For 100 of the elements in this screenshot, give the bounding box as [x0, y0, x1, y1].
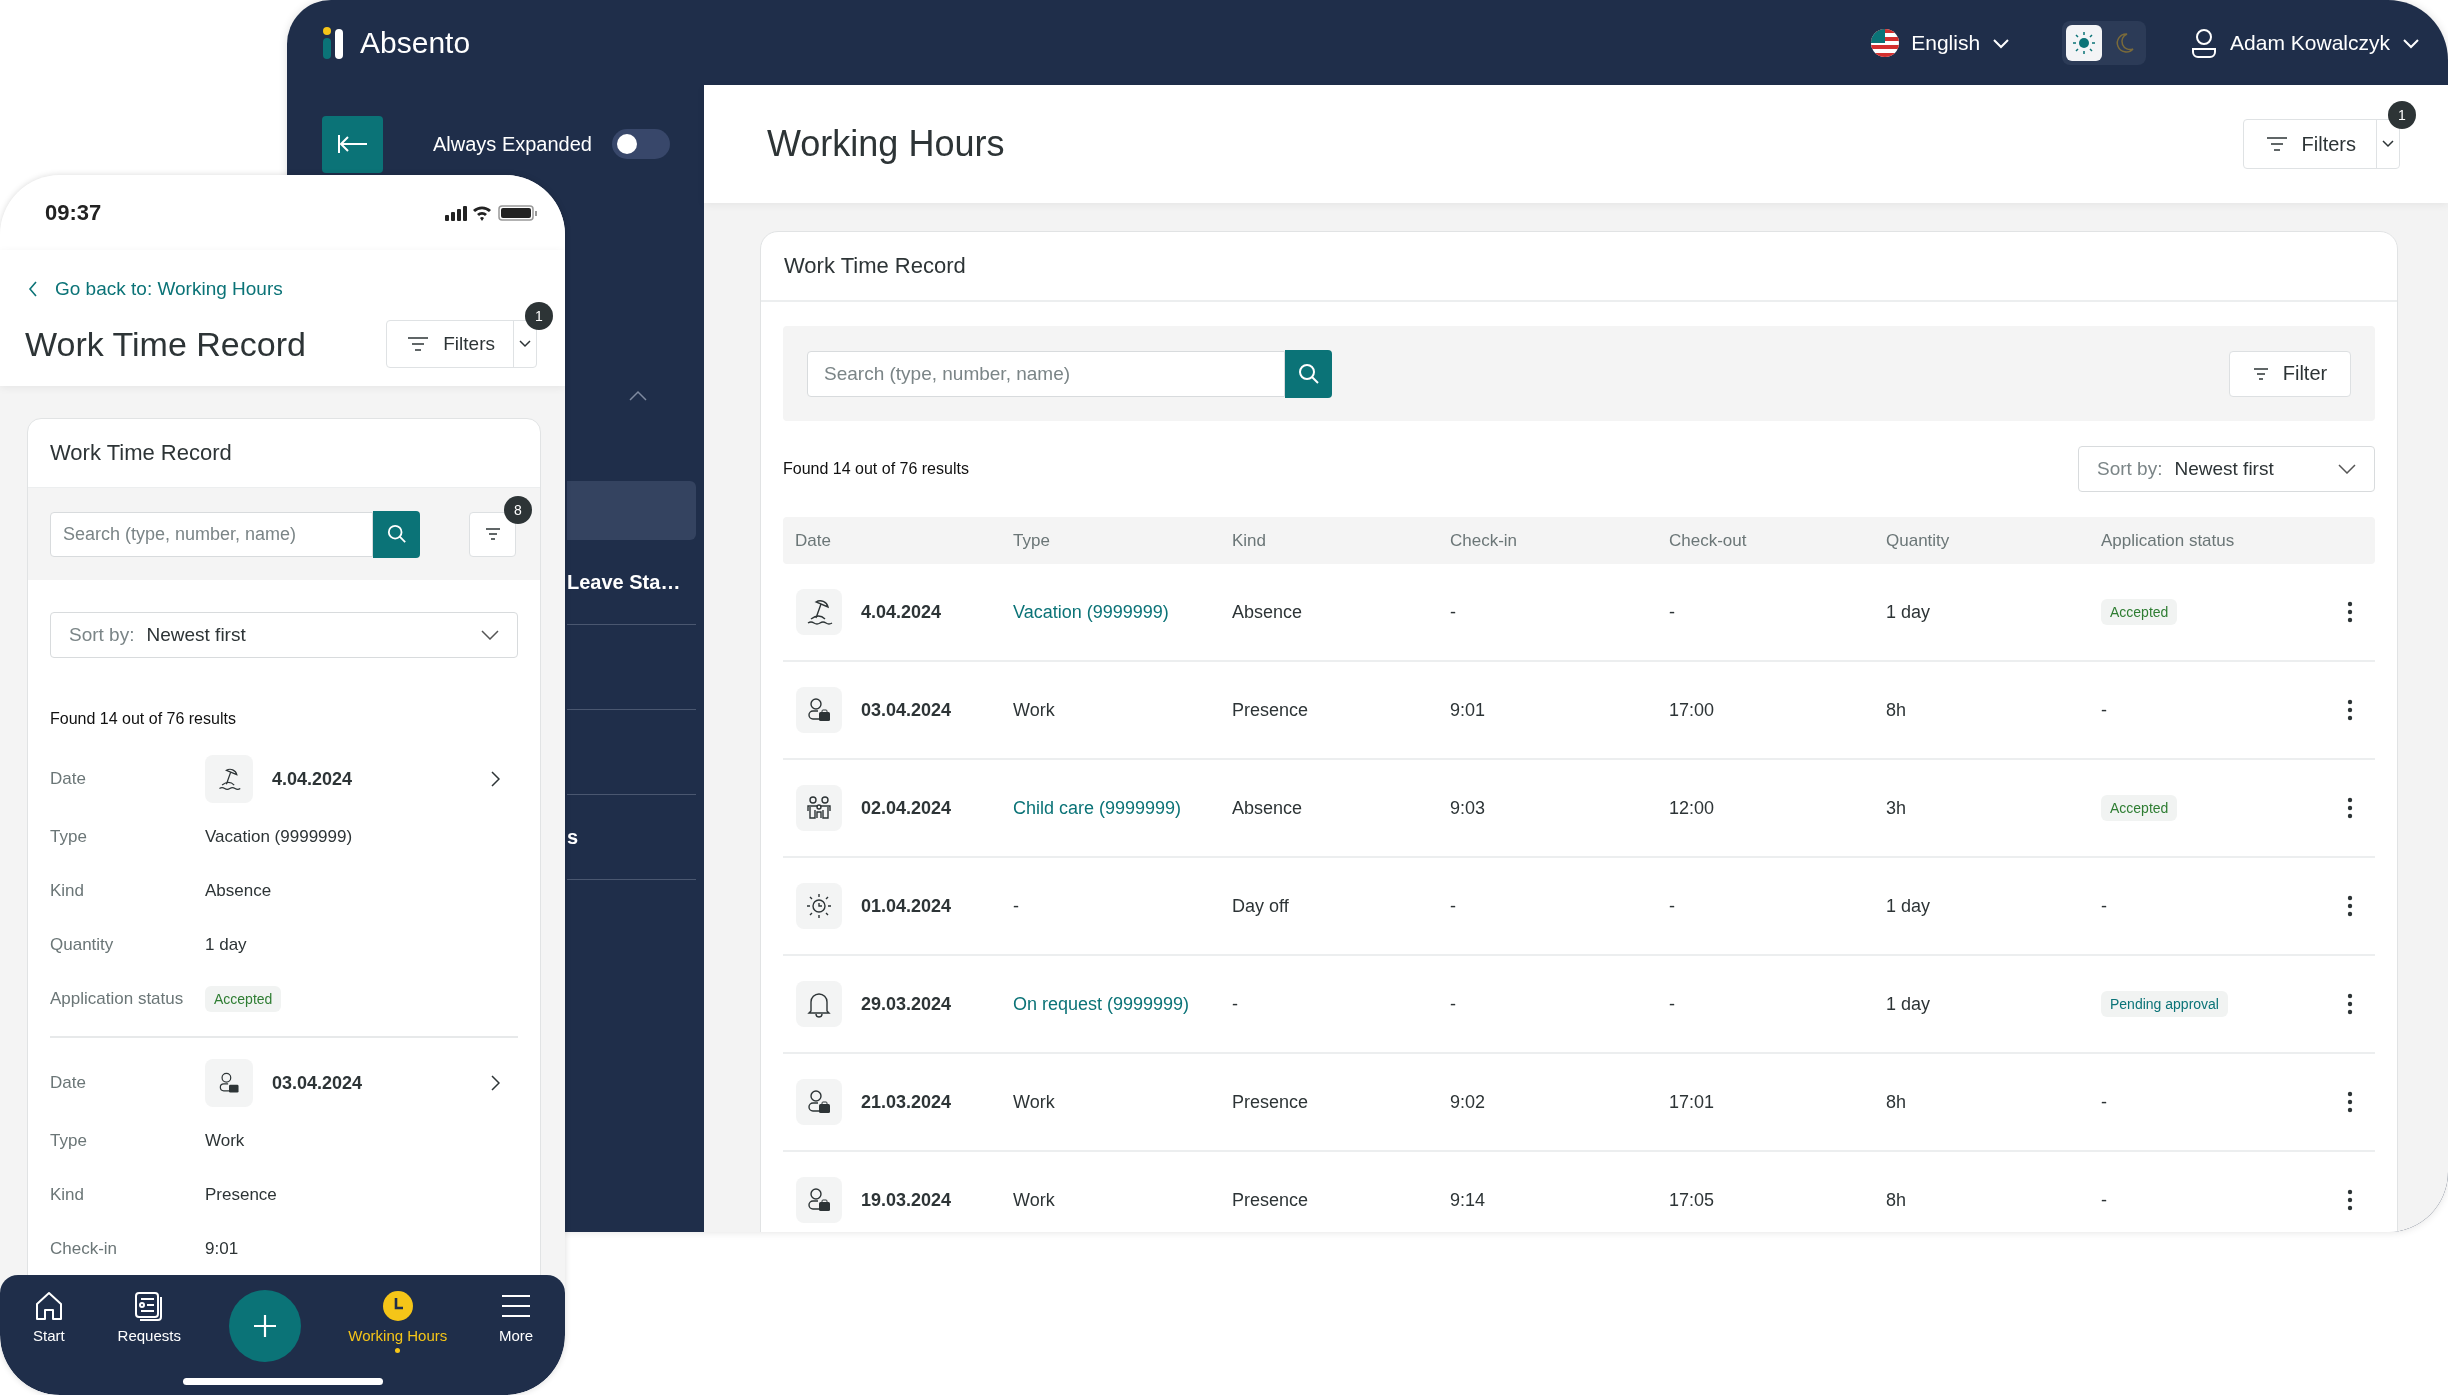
status-time: 09:37 [45, 199, 102, 226]
childcare-icon [796, 785, 842, 831]
type-link[interactable]: On request (9999999) [1013, 993, 1190, 1015]
type-link[interactable]: Vacation (9999999) [205, 827, 353, 847]
nav-tab[interactable]: Requests [113, 1289, 185, 1353]
table-cell: 8h [1886, 1091, 1907, 1113]
status-badge: Accepted [205, 986, 282, 1012]
filter-button[interactable]: Filter [2229, 350, 2351, 397]
more-icon[interactable] [2347, 895, 2353, 917]
chevron-down-icon [2382, 140, 2394, 148]
nav-tab[interactable]: More [494, 1289, 538, 1353]
toggle-label: Always Expanded [433, 132, 592, 156]
table-cell: - [2101, 699, 2107, 721]
table-cell: 9:01 [1450, 699, 1486, 721]
table-cell: - [1450, 601, 1456, 623]
chevron-right-icon[interactable] [490, 1074, 500, 1092]
back-link[interactable]: Go back to: Working Hours [25, 278, 555, 300]
filter-icon [407, 337, 430, 351]
table-cell: Absence [1232, 797, 1303, 819]
column-header: Check-out [1669, 530, 1748, 551]
page-title: Working Hours [767, 123, 1005, 165]
more-icon[interactable] [2347, 1091, 2353, 1113]
sort-dropdown[interactable]: Sort by: Newest first [50, 612, 518, 658]
table-cell: 02.04.2024 [861, 797, 952, 819]
field-value: 1 day [205, 935, 247, 955]
field-label: Application status [50, 989, 185, 1009]
filters-button[interactable]: Filters [2242, 119, 2400, 169]
table-cell: 12:00 [1669, 797, 1715, 819]
table-cell: 1 day [1886, 895, 1931, 917]
status-badge: Accepted [2101, 599, 2178, 625]
type-link[interactable]: Vacation (9999999) [1013, 601, 1169, 623]
table-cell: 8h [1886, 699, 1907, 721]
table-cell: 8h [1886, 1189, 1907, 1211]
chevron-up-icon[interactable] [628, 390, 648, 402]
column-header: Check-in [1450, 530, 1519, 551]
chevron-right-icon[interactable] [490, 770, 500, 788]
work-icon [796, 1177, 842, 1223]
table-cell: 9:14 [1450, 1189, 1486, 1211]
sidebar-item[interactable]: s [567, 795, 696, 880]
sun-icon[interactable] [2066, 24, 2103, 61]
table-cell: - [1450, 895, 1456, 917]
more-icon[interactable] [2347, 993, 2353, 1015]
table-cell: 17:01 [1669, 1091, 1715, 1113]
table-cell: - [1669, 993, 1675, 1015]
more-icon[interactable] [2347, 601, 2353, 623]
collapse-button[interactable] [322, 115, 383, 173]
more-icon[interactable] [2347, 797, 2353, 819]
search-button[interactable] [1285, 349, 1332, 398]
table-cell: Presence [1232, 699, 1309, 721]
search-field[interactable]: Search (type, number, name) [807, 350, 1285, 397]
table-cell: 9:02 [1450, 1091, 1486, 1113]
language-selector[interactable]: English [1871, 28, 2011, 57]
nav-tab[interactable]: Start [27, 1289, 70, 1353]
table-cell: 19.03.2024 [861, 1189, 952, 1211]
filter-button[interactable] [469, 511, 516, 557]
table-cell: - [1450, 993, 1456, 1015]
table-cell: 21.03.2024 [861, 1091, 952, 1113]
count-badge: 1 [2388, 101, 2416, 129]
card-title: Work Time Record [761, 232, 2397, 302]
filters-button[interactable]: Filters [386, 320, 537, 368]
page-title: Work Time Record [25, 324, 306, 364]
flag-icon [1871, 28, 1900, 57]
sort-dropdown[interactable]: Sort by: Newest first [2078, 446, 2375, 492]
work-icon [796, 687, 842, 733]
field-value: 03.04.2024 [272, 1072, 363, 1094]
chevron-down-icon [481, 630, 499, 640]
nav-tab[interactable]: Working Hours [344, 1289, 452, 1353]
arrow-left-icon [336, 133, 369, 155]
table-cell: 03.04.2024 [861, 699, 952, 721]
field-label: Kind [50, 1185, 86, 1205]
field-value: 9:01 [205, 1239, 239, 1259]
search-field[interactable]: Search (type, number, name) [50, 511, 373, 557]
sidebar-item[interactable]: Leave Sta… [567, 540, 696, 625]
chevron-down-icon [2402, 36, 2420, 49]
more-icon[interactable] [2347, 1189, 2353, 1211]
count-badge: 8 [504, 495, 532, 524]
theme-switch[interactable] [2062, 20, 2147, 65]
vacation-icon [796, 589, 842, 635]
filter-icon [484, 528, 501, 540]
field-label: Date [50, 1073, 87, 1093]
table-cell: Absence [1232, 601, 1303, 623]
field-label: Check-in [50, 1239, 119, 1259]
table-cell: - [2101, 1091, 2107, 1113]
app-name: Absento [360, 25, 471, 60]
more-icon[interactable] [2347, 699, 2353, 721]
column-header: Quantity [1886, 530, 1951, 551]
search-button[interactable] [373, 510, 420, 558]
status-badge: Accepted [2101, 795, 2178, 821]
toggle-switch[interactable] [612, 129, 670, 159]
table-cell: Work [1013, 1189, 1055, 1211]
search-icon [386, 524, 407, 544]
work-icon [796, 1079, 842, 1125]
vacation-icon [205, 755, 253, 803]
results-count: Found 14 out of 76 results [50, 710, 237, 728]
chevron-down-icon [1992, 36, 2011, 49]
user-menu[interactable]: Adam Kowalczyk [2190, 27, 2420, 58]
field-label: Date [50, 769, 87, 789]
field-value: Presence [205, 1185, 277, 1205]
type-link[interactable]: Child care (9999999) [1013, 797, 1182, 819]
column-header: Date [794, 530, 832, 551]
